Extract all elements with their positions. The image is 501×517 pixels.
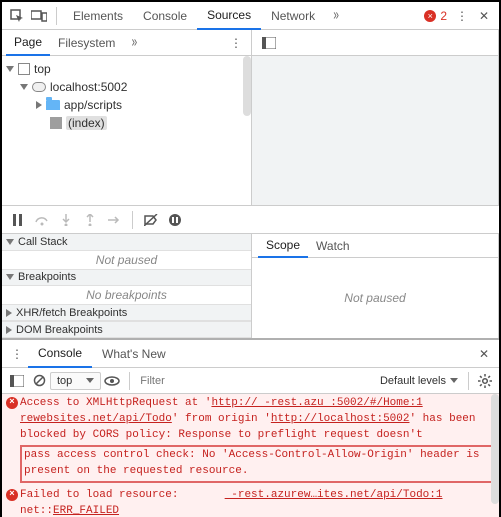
tab-network[interactable]: Network	[261, 2, 325, 30]
scope-body: Not paused	[252, 258, 498, 338]
log-levels-selector[interactable]: Default levels	[380, 375, 458, 387]
drawer-kebab-icon[interactable]: ⋮	[6, 343, 28, 365]
tree-folder[interactable]: app/scripts	[2, 96, 251, 114]
call-stack-header[interactable]: Call Stack	[2, 234, 251, 251]
error-icon: ×	[6, 489, 18, 501]
tree-file[interactable]: (index)	[2, 114, 251, 132]
context-selector[interactable]: top	[50, 372, 101, 390]
step-out-icon[interactable]	[78, 209, 102, 231]
chevron-down-icon	[450, 378, 458, 383]
context-selector-value: top	[57, 375, 72, 387]
editor-drawer-icon[interactable]	[258, 32, 280, 54]
pause-on-exceptions-icon[interactable]	[163, 209, 187, 231]
cloud-icon	[32, 82, 46, 92]
tab-scope[interactable]: Scope	[258, 234, 308, 258]
dom-bp-header[interactable]: DOM Breakpoints	[2, 321, 251, 338]
tree-file-label: (index)	[66, 116, 107, 130]
console-settings-icon[interactable]	[475, 371, 495, 391]
tab-watch[interactable]: Watch	[308, 234, 358, 258]
error-dot-icon: ×	[424, 10, 436, 22]
navigator-kebab-icon[interactable]: ⋮	[225, 32, 247, 54]
debugger-toolbar	[2, 206, 499, 234]
tree-top[interactable]: top	[2, 60, 251, 78]
console-error-row[interactable]: × Failed to load resource: -rest.azurew……	[2, 486, 499, 517]
live-expression-icon[interactable]	[101, 370, 123, 392]
drawer-tabbar: ⋮ Console What's New ✕	[2, 340, 499, 368]
file-icon	[50, 117, 62, 129]
console-messages: × Access to XMLHttpRequest at 'http:// -…	[2, 394, 499, 517]
clear-console-icon[interactable]	[28, 370, 50, 392]
navigator-more-icon[interactable]: »	[123, 32, 145, 54]
navigator-pane: Page Filesystem » ⋮ top localhost:5002 a…	[2, 30, 252, 205]
console-message-text: Failed to load resource: -rest.azurew…it…	[20, 488, 493, 517]
console-error-row[interactable]: × Access to XMLHttpRequest at 'http:// -…	[2, 394, 499, 486]
step-over-icon[interactable]	[30, 209, 54, 231]
tab-filesystem[interactable]: Filesystem	[50, 30, 123, 56]
cors-highlight: pass access control check: No 'Access-Co…	[20, 445, 493, 483]
tab-sources[interactable]: Sources	[197, 2, 261, 30]
close-drawer-icon[interactable]: ✕	[473, 343, 495, 365]
close-devtools-icon[interactable]: ✕	[473, 5, 495, 27]
dom-bp-title: DOM Breakpoints	[16, 324, 103, 336]
error-count-text: 2	[440, 9, 447, 23]
debugger-panes: Call Stack Not paused Breakpoints No bre…	[2, 234, 499, 338]
debugger-left: Call Stack Not paused Breakpoints No bre…	[2, 234, 252, 338]
navigator-scrollbar[interactable]	[243, 56, 251, 116]
inspect-icon[interactable]	[6, 5, 28, 27]
more-tabs-icon[interactable]: »	[325, 5, 347, 27]
debugger-right: Scope Watch Not paused	[252, 234, 499, 338]
error-count-badge[interactable]: × 2	[424, 9, 447, 23]
sources-panel: Page Filesystem » ⋮ top localhost:5002 a…	[2, 30, 499, 206]
devtools-tabbar: Elements Console Sources Network » × 2 ⋮…	[2, 2, 499, 30]
tab-elements[interactable]: Elements	[63, 2, 133, 30]
error-icon: ×	[6, 397, 18, 409]
tab-page[interactable]: Page	[6, 30, 50, 56]
step-icon[interactable]	[102, 209, 126, 231]
chevron-down-icon	[86, 378, 94, 383]
console-toolbar: top Default levels	[2, 368, 499, 394]
device-mode-icon[interactable]	[28, 5, 50, 27]
editor-body	[252, 56, 498, 205]
console-scrollbar[interactable]	[491, 394, 499, 504]
log-levels-label: Default levels	[380, 375, 446, 387]
scope-watch-tabs: Scope Watch	[252, 234, 498, 258]
xhr-bp-header[interactable]: XHR/fetch Breakpoints	[2, 304, 251, 321]
breakpoints-header[interactable]: Breakpoints	[2, 269, 251, 286]
tab-console[interactable]: Console	[133, 2, 197, 30]
tree-folder-label: app/scripts	[64, 98, 122, 112]
pause-icon[interactable]	[6, 209, 30, 231]
console-message-text: Access to XMLHttpRequest at 'http:// -re…	[20, 396, 493, 484]
console-filter-input[interactable]	[140, 375, 230, 387]
breakpoints-body: No breakpoints	[2, 286, 251, 304]
navigator-tabs: Page Filesystem » ⋮	[2, 30, 251, 56]
tab-whats-new[interactable]: What's New	[92, 340, 176, 368]
editor-tabbar	[252, 30, 498, 56]
editor-pane	[252, 30, 499, 205]
step-into-icon[interactable]	[54, 209, 78, 231]
console-drawer: ⋮ Console What's New ✕ top Default level…	[2, 338, 499, 517]
console-sidebar-icon[interactable]	[6, 370, 28, 392]
xhr-bp-title: XHR/fetch Breakpoints	[16, 307, 127, 319]
file-tree: top localhost:5002 app/scripts (index)	[2, 56, 251, 205]
call-stack-title: Call Stack	[18, 236, 68, 248]
folder-icon	[46, 100, 60, 110]
tree-host[interactable]: localhost:5002	[2, 78, 251, 96]
tab-drawer-console[interactable]: Console	[28, 340, 92, 368]
kebab-menu-icon[interactable]: ⋮	[451, 5, 473, 27]
tree-top-label: top	[34, 62, 51, 76]
deactivate-breakpoints-icon[interactable]	[139, 209, 163, 231]
call-stack-body: Not paused	[2, 251, 251, 269]
tree-host-label: localhost:5002	[50, 80, 127, 94]
breakpoints-title: Breakpoints	[18, 271, 76, 283]
